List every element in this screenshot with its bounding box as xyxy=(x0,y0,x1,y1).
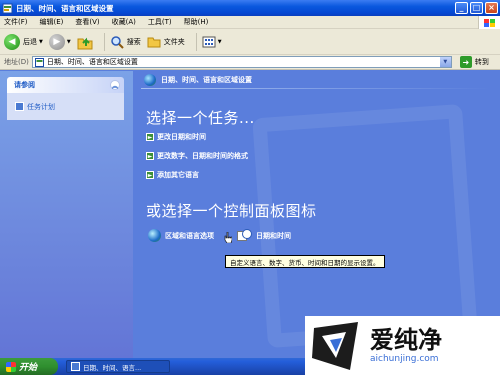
maximize-button[interactable]: □ xyxy=(470,2,483,14)
left-task-pane: 请参阅 ︽ 任务计划 xyxy=(0,71,133,358)
start-label: 开始 xyxy=(19,363,38,373)
window-controls: _ □ × xyxy=(455,2,498,14)
globe-clock-icon xyxy=(144,73,156,86)
pick-icon-heading: 或选择一个控制面板图标 xyxy=(146,202,317,220)
toolbar-separator xyxy=(195,32,197,51)
clock-calendar-icon xyxy=(237,229,252,242)
task-change-formats[interactable]: ► 更改数字、日期和时间的格式 xyxy=(146,151,248,161)
forward-button[interactable]: ▶ ▼ xyxy=(48,33,71,50)
sidebar-item-scheduled-tasks[interactable]: 任务计划 xyxy=(27,102,55,112)
address-bar: 地址(D) 日期、时间、语言和区域设置 ▼ ➜ 转到 xyxy=(0,55,500,70)
see-also-panel: 请参阅 ︽ 任务计划 xyxy=(7,77,124,120)
see-also-header[interactable]: 请参阅 ︽ xyxy=(7,77,124,93)
chevron-down-icon[interactable]: ▼ xyxy=(67,39,71,45)
back-arrow-icon: ◀ xyxy=(4,33,20,50)
go-label: 转到 xyxy=(474,58,489,66)
main-content: 日期、时间、语言和区域设置 选择一个任务... ► 更改日期和时间 ► 更改数字… xyxy=(133,71,500,358)
control-panel-icon xyxy=(71,362,80,371)
site-watermark: 爱纯净 aichunjing.com xyxy=(305,316,500,375)
address-input[interactable]: 日期、时间、语言和区域设置 ▼ xyxy=(31,56,452,68)
back-button[interactable]: ◀ 后退 ▼ xyxy=(4,33,43,50)
folders-button[interactable]: 文件夹 xyxy=(147,35,185,49)
up-folder-icon xyxy=(77,37,93,49)
chevron-down-icon[interactable]: ▼ xyxy=(218,39,222,45)
category-title: 日期、时间、语言和区域设置 xyxy=(161,75,252,84)
up-folder-button[interactable] xyxy=(77,34,93,50)
see-also-title: 请参阅 xyxy=(14,81,35,89)
toolbar: ◀ 后退 ▼ ▶ ▼ 搜索 文件夹 ▼ xyxy=(0,29,500,55)
task-change-date-time[interactable]: ► 更改日期和时间 xyxy=(146,132,206,142)
task-arrow-icon: ► xyxy=(146,133,154,141)
cp-item-label: 日期和时间 xyxy=(256,231,291,240)
task-arrow-icon: ► xyxy=(146,152,154,160)
minimize-button[interactable]: _ xyxy=(455,2,468,14)
go-arrow-icon: ➜ xyxy=(459,56,472,68)
windows-logo-icon xyxy=(478,16,500,29)
tooltip: 自定义语言、数字、货币、时间和日期的显示设置。 xyxy=(225,255,385,268)
pick-task-heading: 选择一个任务... xyxy=(146,109,255,127)
forward-arrow-icon: ▶ xyxy=(48,33,65,50)
control-panel-icon xyxy=(2,3,13,13)
taskbar-window-label: 日期、时间、语言... xyxy=(83,363,142,372)
window-title-bar[interactable]: 日期、时间、语言和区域设置 _ □ × xyxy=(0,0,500,16)
windows-flag-icon xyxy=(6,361,16,372)
date-time-item[interactable]: 日期和时间 xyxy=(237,229,291,242)
start-button[interactable]: 开始 xyxy=(0,358,58,375)
search-button[interactable]: 搜索 xyxy=(110,35,141,49)
globe-icon xyxy=(148,229,161,242)
toolbar-separator xyxy=(103,32,105,51)
address-value: 日期、时间、语言和区域设置 xyxy=(46,58,138,66)
menu-file[interactable]: 文件(F) xyxy=(4,17,28,27)
menu-bar: 文件(F) 编辑(E) 查看(V) 收藏(A) 工具(T) 帮助(H) xyxy=(0,16,500,29)
views-grid-icon xyxy=(202,36,216,47)
go-button[interactable]: ➜ 转到 xyxy=(459,56,489,68)
folders-label: 文件夹 xyxy=(163,37,185,46)
header-divider xyxy=(141,88,491,89)
address-dropdown-icon[interactable]: ▼ xyxy=(439,57,451,67)
taskbar-window-button[interactable]: 日期、时间、语言... xyxy=(66,360,170,373)
views-button[interactable]: ▼ xyxy=(202,36,222,48)
regional-language-options-item[interactable]: 区域和语言选项 xyxy=(148,229,214,242)
cp-item-label: 区域和语言选项 xyxy=(165,231,214,240)
close-button[interactable]: × xyxy=(485,2,498,14)
menu-edit[interactable]: 编辑(E) xyxy=(40,17,64,27)
category-header: 日期、时间、语言和区域设置 xyxy=(133,71,500,88)
menu-tools[interactable]: 工具(T) xyxy=(148,17,172,27)
collapse-chevron-icon[interactable]: ︽ xyxy=(110,80,120,90)
see-also-body: 任务计划 xyxy=(7,93,124,120)
watermark-url: aichunjing.com xyxy=(370,353,439,364)
task-arrow-icon: ► xyxy=(146,171,154,179)
search-icon xyxy=(110,35,124,49)
task-label: 更改日期和时间 xyxy=(157,133,206,141)
window-title: 日期、时间、语言和区域设置 xyxy=(16,3,114,13)
task-label: 添加其它语言 xyxy=(157,171,199,179)
chevron-down-icon[interactable]: ▼ xyxy=(39,39,43,45)
back-label: 后退 xyxy=(23,37,37,46)
search-label: 搜索 xyxy=(126,37,141,46)
menu-help[interactable]: 帮助(H) xyxy=(184,17,209,27)
task-add-languages[interactable]: ► 添加其它语言 xyxy=(146,170,199,180)
watermark-title: 爱纯净 xyxy=(370,325,442,354)
site-logo-icon xyxy=(312,321,358,370)
scheduled-tasks-icon xyxy=(15,102,24,111)
address-label: 地址(D) xyxy=(4,58,29,66)
menu-view[interactable]: 查看(V) xyxy=(75,17,99,27)
control-panel-icon xyxy=(34,57,44,67)
hand-cursor-icon xyxy=(224,232,232,243)
background-watermark-graphic xyxy=(252,103,478,349)
folder-icon xyxy=(147,37,161,47)
menu-favorites[interactable]: 收藏(A) xyxy=(112,17,136,27)
task-label: 更改数字、日期和时间的格式 xyxy=(157,152,248,160)
